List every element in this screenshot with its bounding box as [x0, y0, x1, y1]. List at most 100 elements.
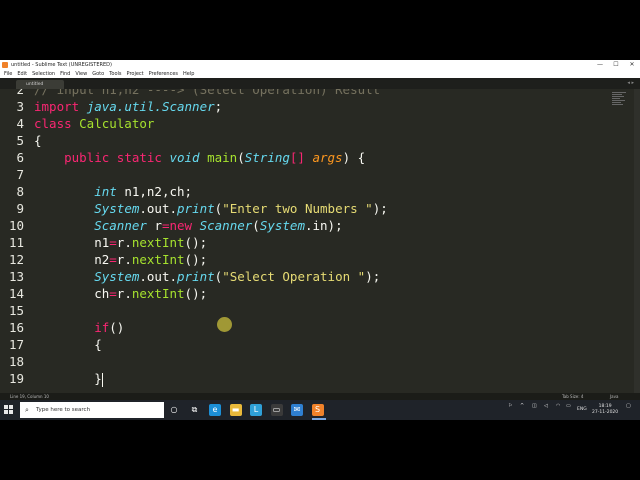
line-number: 16: [8, 320, 24, 335]
minimize-button[interactable]: —: [592, 60, 608, 69]
tab-size-indicator[interactable]: Tab Size: 4: [562, 394, 583, 399]
task-view-icon[interactable]: ⧉: [189, 404, 201, 416]
maximize-button[interactable]: ☐: [608, 60, 624, 69]
network-icon[interactable]: ◫: [532, 403, 537, 409]
windows-start-icon[interactable]: [4, 405, 14, 415]
mouse-pointer-highlight: [217, 317, 232, 332]
code-line[interactable]: public static void main(String[] args) {: [34, 149, 365, 166]
code-line[interactable]: }: [34, 370, 103, 387]
menu-help[interactable]: Help: [183, 71, 194, 77]
code-token: .out.: [139, 269, 178, 284]
tab-scroll-arrows[interactable]: ◂ ▸: [627, 80, 634, 86]
code-token: main: [207, 150, 238, 165]
cortana-icon[interactable]: ○: [168, 404, 180, 416]
battery-icon[interactable]: ▭: [566, 403, 571, 409]
code-token: // input n1,n2 ----> (Select Operation) …: [34, 89, 381, 97]
app-l-icon[interactable]: L: [250, 404, 262, 416]
editor-scrollbar[interactable]: [634, 89, 640, 393]
code-token: n1: [34, 235, 110, 250]
menu-tools[interactable]: Tools: [109, 71, 121, 77]
code-line[interactable]: if(): [34, 319, 124, 336]
clock-date: 27-11-2020: [592, 410, 619, 415]
sublime-text-icon[interactable]: S: [311, 404, 324, 416]
code-token: ) {: [342, 150, 366, 165]
line-number: 8: [16, 184, 24, 199]
people-icon[interactable]: ⚐: [508, 403, 512, 409]
code-line[interactable]: n1=r.nextInt();: [34, 234, 207, 251]
code-area[interactable]: // input n1,n2 ----> (Select Operation) …: [34, 89, 594, 393]
menu-selection[interactable]: Selection: [32, 71, 55, 77]
code-token: ();: [184, 235, 208, 250]
code-line[interactable]: ch=r.nextInt();: [34, 285, 207, 302]
line-number: 6: [16, 150, 24, 165]
code-token: System: [94, 269, 140, 284]
line-number: 5: [16, 133, 24, 148]
code-line[interactable]: int n1,n2,ch;: [34, 183, 192, 200]
mail-icon[interactable]: ✉: [291, 404, 303, 416]
tab-untitled[interactable]: untitled: [16, 80, 64, 89]
code-token: (: [237, 150, 245, 165]
code-token: nextInt: [131, 252, 185, 267]
line-number: 13: [8, 269, 24, 284]
taskbar-clock[interactable]: 18:19 27-11-2020: [592, 404, 618, 416]
code-token: ();: [184, 252, 208, 267]
code-token: n2: [34, 252, 110, 267]
code-editor[interactable]: 2 3 4 5 6 7 8 9 10 11 12 13 14 15 16 17 18 19 // input n1…: [0, 89, 640, 393]
code-line[interactable]: class Calculator: [34, 115, 154, 132]
code-token: n1,n2,ch;: [124, 184, 193, 199]
line-number: 11: [8, 235, 24, 250]
input-language[interactable]: ENG: [577, 407, 587, 412]
menu-goto[interactable]: Goto: [92, 71, 104, 77]
terminal-icon[interactable]: ▭: [270, 404, 283, 416]
code-token: String: [244, 150, 290, 165]
windows-taskbar: ⌕ Type here to search ○ ⧉ e ▬ L ▭ ✉ S ⚐ ^ ◫ ◁ ◠…: [0, 400, 640, 420]
taskbar-search-input[interactable]: ⌕ Type here to search: [20, 402, 164, 418]
file-explorer-icon[interactable]: ▬: [229, 404, 242, 416]
code-token: ;: [214, 99, 223, 114]
line-number: 7: [16, 167, 24, 182]
code-line[interactable]: Scanner r=new Scanner(System.in);: [34, 217, 343, 234]
code-line[interactable]: System.out.print("Select Operation ");: [34, 268, 380, 285]
code-line[interactable]: n2=r.nextInt();: [34, 251, 207, 268]
tray-chevron-icon[interactable]: ^: [520, 403, 524, 409]
code-line[interactable]: System.out.print("Enter two Numbers ");: [34, 200, 388, 217]
code-line[interactable]: // input n1,n2 ----> (Select Operation) …: [34, 89, 380, 98]
code-token: .in);: [304, 218, 343, 233]
code-token: "Select Operation ": [222, 269, 366, 284]
code-token: (: [252, 218, 260, 233]
title-bar: untitled - Sublime Text (UNREGISTERED) —…: [0, 60, 640, 69]
search-icon: ⌕: [25, 406, 29, 414]
code-line[interactable]: {: [34, 336, 102, 353]
volume-icon[interactable]: ◁: [544, 403, 548, 409]
code-line[interactable]: import java.util.Scanner;: [34, 98, 222, 115]
close-button[interactable]: ✕: [624, 60, 640, 69]
wifi-icon[interactable]: ◠: [556, 403, 560, 409]
menu-find[interactable]: Find: [60, 71, 70, 77]
line-number: 4: [16, 116, 24, 131]
code-token: Scanner: [199, 218, 253, 233]
notifications-icon[interactable]: ▢: [626, 403, 631, 409]
code-token: print: [177, 201, 215, 216]
code-line[interactable]: {: [34, 132, 42, 149]
menu-project[interactable]: Project: [127, 71, 144, 77]
code-token: "Enter two Numbers ": [222, 201, 373, 216]
menu-edit[interactable]: Edit: [17, 71, 27, 77]
line-number: 3: [16, 99, 24, 114]
code-token: import: [34, 99, 87, 114]
line-number: 17: [8, 337, 24, 352]
menu-preferences[interactable]: Preferences: [149, 71, 178, 77]
edge-icon[interactable]: e: [209, 404, 221, 416]
code-token: print: [177, 269, 215, 284]
code-token: []: [289, 150, 313, 165]
code-token: Calculator: [79, 116, 155, 131]
tab-bar: untitled ◂ ▸: [0, 78, 640, 89]
syntax-indicator[interactable]: Java: [610, 394, 618, 399]
line-number: 19: [8, 371, 24, 386]
cursor-position: Line 19, Column 10: [10, 394, 49, 399]
menu-file[interactable]: File: [4, 71, 12, 77]
menu-view[interactable]: View: [75, 71, 87, 77]
minimap[interactable]: [612, 92, 628, 106]
